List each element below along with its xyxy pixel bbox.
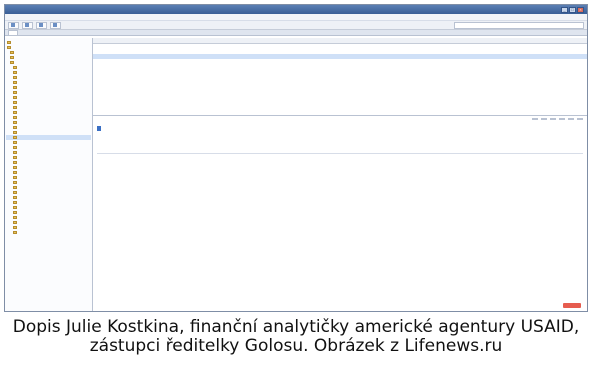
folder-icon bbox=[13, 101, 17, 104]
minimize-button[interactable]: _ bbox=[561, 6, 568, 13]
folder-icon bbox=[13, 176, 17, 179]
folder-icon bbox=[13, 221, 17, 224]
folder-icon bbox=[13, 111, 17, 114]
toolbar-button[interactable] bbox=[36, 21, 47, 29]
folder-icon bbox=[7, 46, 11, 49]
message-subject-heading bbox=[97, 126, 101, 131]
folder-icon bbox=[10, 56, 14, 59]
folder-icon bbox=[13, 196, 17, 199]
delete-button[interactable] bbox=[577, 118, 583, 120]
close-button[interactable]: × bbox=[577, 6, 584, 13]
folder-icon bbox=[13, 161, 17, 164]
figure-frame: _ □ × Dopis Julie Kostkina, finanční ana… bbox=[0, 0, 592, 390]
folder-icon bbox=[13, 201, 17, 204]
figure-caption: Dopis Julie Kostkina, finanční analytičk… bbox=[12, 317, 580, 356]
folder-icon bbox=[13, 146, 17, 149]
folder-icon bbox=[13, 91, 17, 94]
folder-icon bbox=[13, 66, 17, 69]
folder-icon bbox=[13, 171, 17, 174]
mail-icon bbox=[11, 23, 15, 27]
junk-button[interactable] bbox=[568, 118, 574, 120]
folder-icon bbox=[13, 206, 17, 209]
folder-icon bbox=[13, 216, 17, 219]
message-list bbox=[93, 38, 587, 116]
folder-icon bbox=[13, 126, 17, 129]
folder-icon bbox=[10, 51, 14, 54]
reading-pane bbox=[93, 116, 587, 311]
client-body bbox=[5, 38, 587, 311]
folder-icon bbox=[13, 131, 17, 134]
folder-icon bbox=[13, 226, 17, 229]
folder-icon bbox=[13, 181, 17, 184]
folder-icon bbox=[13, 166, 17, 169]
folder-icon bbox=[13, 71, 17, 74]
folder-icon bbox=[13, 191, 17, 194]
maximize-button[interactable]: □ bbox=[569, 6, 576, 13]
tab-bar bbox=[5, 30, 587, 36]
message-row[interactable] bbox=[93, 59, 587, 64]
folder-icon bbox=[13, 86, 17, 89]
folder-icon bbox=[13, 156, 17, 159]
column-date[interactable] bbox=[503, 38, 587, 43]
window-titlebar: _ □ × bbox=[5, 5, 587, 14]
folder-icon bbox=[13, 121, 17, 124]
folder-icon bbox=[13, 116, 17, 119]
tag-icon bbox=[53, 23, 57, 27]
folder-icon bbox=[13, 141, 17, 144]
toolbar-button[interactable] bbox=[8, 21, 19, 29]
search-input[interactable] bbox=[454, 21, 584, 29]
folder-icon bbox=[10, 61, 14, 64]
toolbar bbox=[5, 21, 587, 30]
reply-icon bbox=[25, 23, 29, 27]
message-header-line bbox=[97, 146, 532, 151]
column-from[interactable] bbox=[361, 38, 503, 43]
main-pane bbox=[93, 38, 587, 311]
reply-all-button[interactable] bbox=[541, 118, 547, 120]
forward-icon bbox=[39, 23, 43, 27]
menu-bar bbox=[5, 14, 587, 21]
folder-icon bbox=[7, 41, 11, 44]
sidebar-folder-item[interactable] bbox=[6, 230, 91, 235]
window-controls: _ □ × bbox=[561, 6, 584, 13]
folder-icon bbox=[13, 81, 17, 84]
status-badge bbox=[563, 303, 581, 308]
tab-inbox[interactable] bbox=[8, 30, 18, 35]
toolbar-button[interactable] bbox=[22, 21, 33, 29]
message-header bbox=[97, 118, 583, 151]
folder-icon bbox=[13, 211, 17, 214]
folder-icon bbox=[13, 76, 17, 79]
archive-button[interactable] bbox=[559, 118, 565, 120]
folder-icon bbox=[13, 151, 17, 154]
email-client-screenshot: _ □ × bbox=[4, 4, 588, 312]
forward-button[interactable] bbox=[550, 118, 556, 120]
folder-icon bbox=[13, 106, 17, 109]
message-body bbox=[97, 153, 583, 156]
folder-icon bbox=[13, 96, 17, 99]
folder-pane bbox=[5, 38, 93, 311]
column-subject[interactable] bbox=[93, 38, 361, 43]
reply-button[interactable] bbox=[532, 118, 538, 120]
folder-icon bbox=[13, 231, 17, 234]
toolbar-button[interactable] bbox=[50, 21, 61, 29]
message-actions bbox=[532, 118, 583, 120]
folder-icon bbox=[13, 186, 17, 189]
folder-icon bbox=[13, 136, 17, 139]
